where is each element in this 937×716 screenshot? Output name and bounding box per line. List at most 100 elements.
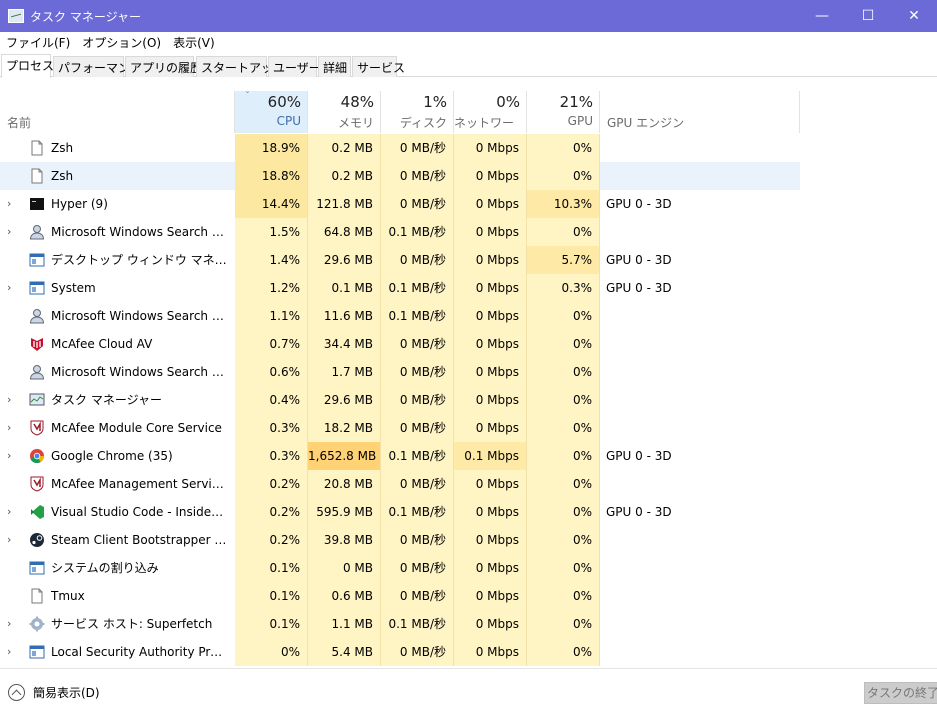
- table-row[interactable]: › System 1.2% 0.1 MB 0.1 MB/秒 0 Mbps 0.3% GPU 0…: [0, 274, 800, 302]
- table-row[interactable]: McAfee Cloud AV 0.7% 34.4 MB 0 MB/秒 0 Mbps 0%: [0, 330, 800, 358]
- process-disk: 0 MB/秒: [381, 414, 454, 442]
- column-header-name[interactable]: 名前: [0, 91, 235, 133]
- user-service-icon: [29, 224, 45, 240]
- end-task-button[interactable]: タスクの終了(E): [864, 682, 937, 704]
- disk-total: 1%: [423, 93, 447, 111]
- process-net: 0 Mbps: [454, 330, 527, 358]
- process-cpu: 0.2%: [235, 470, 308, 498]
- table-row[interactable]: Microsoft Windows Search Filte... 0.6%1.7…: [0, 358, 800, 386]
- menu-options[interactable]: オプション(O): [76, 34, 167, 51]
- tab-app-history[interactable]: アプリの履歴: [125, 56, 202, 77]
- process-gpu-engine: [606, 638, 796, 666]
- process-disk: 0.1 MB/秒: [381, 610, 454, 638]
- process-net: 0 Mbps: [454, 386, 527, 414]
- table-row[interactable]: システムの割り込み 0.1% 0 MB 0 MB/秒 0 Mbps 0%: [0, 554, 800, 582]
- column-header-cpu[interactable]: ˇ 60% CPU: [235, 91, 308, 133]
- table-row[interactable]: › Visual Studio Code - Insiders (19) 0.2%5…: [0, 498, 800, 526]
- process-cpu: 0.4%: [235, 386, 308, 414]
- menu-file[interactable]: ファイル(F): [0, 34, 76, 51]
- table-row[interactable]: デスクトップ ウィンドウ マネージャー 1.4%29.6 MB0 MB/秒0 Mb…: [0, 246, 800, 274]
- process-name: Local Security Authority Proces...: [51, 645, 227, 659]
- process-disk: 0 MB/秒: [381, 246, 454, 274]
- chevron-right-icon[interactable]: ›: [7, 442, 11, 470]
- process-disk: 0 MB/秒: [381, 554, 454, 582]
- process-gpu: 0%: [527, 582, 600, 610]
- chevron-right-icon[interactable]: ›: [7, 526, 11, 554]
- process-table: 名前 ˇ 60% CPU 48% メモリ 1% ディスク 0% ネットワーク 2…: [0, 91, 937, 667]
- process-name: Zsh: [51, 169, 74, 183]
- chevron-right-icon[interactable]: ›: [7, 218, 11, 246]
- chevron-up-circle-icon[interactable]: [8, 684, 25, 701]
- table-row[interactable]: › タスク マネージャー 0.4% 29.6 MB 0 MB/秒 0 Mbps 0%: [0, 386, 800, 414]
- process-name: Tmux: [51, 589, 85, 603]
- process-name: タスク マネージャー: [51, 393, 162, 407]
- process-mem: 121.8 MB: [308, 190, 381, 218]
- column-header-memory[interactable]: 48% メモリ: [308, 91, 381, 133]
- process-cpu: 0.1%: [235, 610, 308, 638]
- menu-view[interactable]: 表示(V): [167, 34, 221, 51]
- process-gpu: 5.7%: [527, 246, 600, 274]
- minimize-button[interactable]: —: [799, 0, 845, 32]
- terminal-icon: [29, 196, 45, 212]
- table-row[interactable]: Zsh 18.9% 0.2 MB 0 MB/秒 0 Mbps 0%: [0, 134, 800, 162]
- process-gpu: 0%: [527, 386, 600, 414]
- window-icon: [29, 252, 45, 268]
- tab-startup[interactable]: スタートアップ: [196, 56, 285, 77]
- mcafee-shield-icon: [29, 476, 45, 492]
- footer-bar: 簡易表示(D) タスクの終了(E): [0, 668, 937, 716]
- tab-performance[interactable]: パフォーマンス: [53, 56, 142, 77]
- process-cpu: 0.2%: [235, 526, 308, 554]
- process-name: Hyper (9): [51, 197, 108, 211]
- process-name: Microsoft Windows Search In...: [51, 225, 227, 239]
- table-row[interactable]: › Hyper (9) 14.4% 121.8 MB 0 MB/秒 0 Mbps 10.3%…: [0, 190, 800, 218]
- tab-details[interactable]: 詳細: [318, 56, 351, 77]
- table-row[interactable]: › Google Chrome (35) 0.3% 1,652.8 MB 0.1 MB/…: [0, 442, 800, 470]
- process-gpu-engine: GPU 0 - 3D: [606, 197, 672, 211]
- tab-users[interactable]: ユーザー: [268, 56, 321, 77]
- table-row[interactable]: Tmux 0.1% 0.6 MB 0 MB/秒 0 Mbps 0%: [0, 582, 800, 610]
- column-header-network[interactable]: 0% ネットワーク: [454, 91, 527, 147]
- column-header-gpu-engine[interactable]: GPU エンジン: [600, 91, 800, 133]
- table-row[interactable]: › Steam Client Bootstrapper (32 ビ... 0.2%3…: [0, 526, 800, 554]
- cpu-total: 60%: [267, 93, 301, 111]
- process-cpu: 0.1%: [235, 554, 308, 582]
- chevron-right-icon[interactable]: ›: [7, 386, 11, 414]
- chevron-right-icon[interactable]: ›: [7, 610, 11, 638]
- column-header-disk[interactable]: 1% ディスク: [381, 91, 454, 133]
- process-name: デスクトップ ウィンドウ マネージャー: [51, 253, 227, 267]
- table-row[interactable]: Zsh 18.8% 0.2 MB 0 MB/秒 0 Mbps 0%: [0, 162, 800, 190]
- column-header-gpu[interactable]: 21% GPU: [527, 91, 600, 133]
- window-icon: [29, 280, 45, 296]
- chevron-right-icon[interactable]: ›: [7, 190, 11, 218]
- process-name: Microsoft Windows Search Filte...: [51, 365, 227, 379]
- file-icon: [29, 140, 45, 156]
- table-row[interactable]: › サービス ホスト: Superfetch 0.1% 1.1 MB 0.1 MB/秒 0…: [0, 610, 800, 638]
- process-net: 0 Mbps: [454, 470, 527, 498]
- maximize-button[interactable]: ☐: [845, 0, 891, 32]
- chevron-right-icon[interactable]: ›: [7, 638, 11, 666]
- process-name: McAfee Module Core Service: [51, 421, 222, 435]
- process-name: Zsh: [51, 141, 74, 155]
- process-net: 0 Mbps: [454, 554, 527, 582]
- process-cpu: 1.2%: [235, 274, 308, 302]
- table-row[interactable]: Microsoft Windows Search Prot... 1.1%11.6…: [0, 302, 800, 330]
- table-row[interactable]: ›Local Security Authority Proces...0%5.4…: [0, 638, 800, 666]
- chevron-right-icon[interactable]: ›: [7, 498, 11, 526]
- chevron-right-icon[interactable]: ›: [7, 274, 11, 302]
- tab-processes[interactable]: プロセス: [1, 54, 54, 78]
- close-button[interactable]: ✕: [891, 0, 937, 32]
- chevron-right-icon[interactable]: ›: [7, 414, 11, 442]
- process-mem: 1,652.8 MB: [308, 442, 381, 470]
- process-gpu-engine: [606, 218, 796, 246]
- table-row[interactable]: McAfee Management Service ... 0.2% 20.8 MB…: [0, 470, 800, 498]
- process-disk: 0.1 MB/秒: [381, 442, 454, 470]
- process-net: 0 Mbps: [454, 610, 527, 638]
- tab-services[interactable]: サービス: [352, 56, 405, 77]
- table-row[interactable]: › McAfee Module Core Service 0.3% 18.2 MB 0 …: [0, 414, 800, 442]
- title-bar: タスク マネージャー — ☐ ✕: [0, 0, 937, 32]
- fewer-details-link[interactable]: 簡易表示(D): [33, 684, 100, 701]
- table-row[interactable]: › Microsoft Windows Search In... 1.5% 64.8 …: [0, 218, 800, 246]
- process-mem: 0.2 MB: [308, 162, 381, 190]
- process-mem: 0 MB: [308, 554, 381, 582]
- process-net: 0 Mbps: [454, 190, 527, 218]
